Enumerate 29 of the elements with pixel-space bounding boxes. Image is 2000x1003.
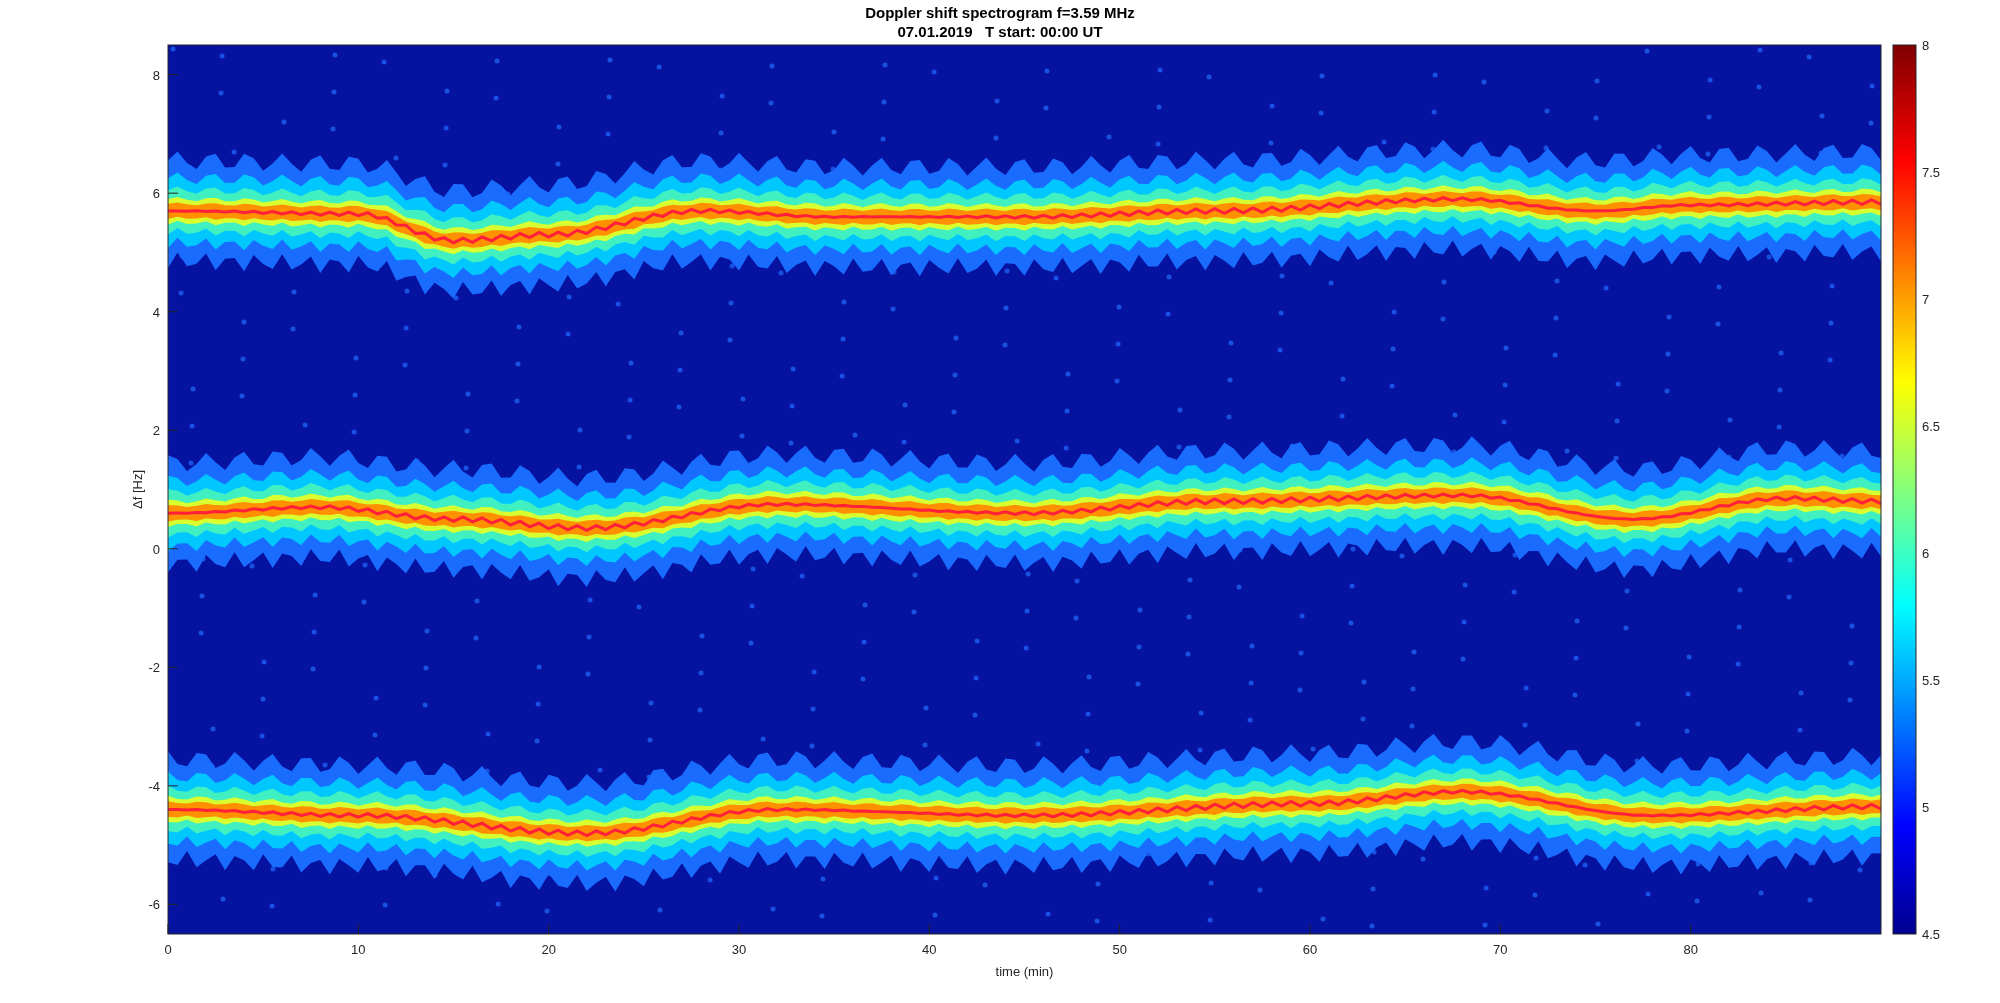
y-tick-label: 0 <box>152 541 160 557</box>
colorbar-tick-label: 4.5 <box>1922 927 1941 942</box>
x-tick-label: 10 <box>351 942 366 957</box>
x-tick-label: 80 <box>1683 942 1698 957</box>
chart-title: 07.01.2019 T start: 00:00 UT <box>897 23 1103 40</box>
x-tick-label: 70 <box>1493 942 1508 957</box>
colorbar-tick-label: 8 <box>1922 38 1930 53</box>
x-tick-label: 0 <box>164 942 172 957</box>
colorbar-tick-label: 6 <box>1922 546 1930 561</box>
y-tick-label: 2 <box>152 423 160 439</box>
colorbar-tick-label: 7.5 <box>1922 165 1941 180</box>
y-axis-label: Δf [Hz] <box>130 470 145 509</box>
y-tick-label: -4 <box>148 778 160 794</box>
colorbar-tick-label: 5 <box>1922 800 1930 815</box>
x-axis-label: time (min) <box>995 964 1054 979</box>
y-tick-label: -2 <box>148 660 160 676</box>
colorbar-tick-label: 7 <box>1922 292 1930 307</box>
x-tick-label: 30 <box>731 942 747 957</box>
x-tick-label: 50 <box>1112 942 1127 957</box>
y-tick-label: 8 <box>152 67 160 83</box>
colorbar-tick-label: 5.5 <box>1922 673 1941 688</box>
y-tick-label: 6 <box>152 186 160 202</box>
chart-title: Doppler shift spectrogram f=3.59 MHz <box>865 4 1135 21</box>
colorbar-tick-label: 6.5 <box>1922 419 1941 434</box>
y-tick-label: -6 <box>148 897 160 913</box>
x-tick-label: 20 <box>541 942 556 957</box>
y-tick-label: 4 <box>152 304 160 320</box>
x-tick-label: 40 <box>922 942 937 957</box>
x-tick-label: 60 <box>1302 942 1318 957</box>
